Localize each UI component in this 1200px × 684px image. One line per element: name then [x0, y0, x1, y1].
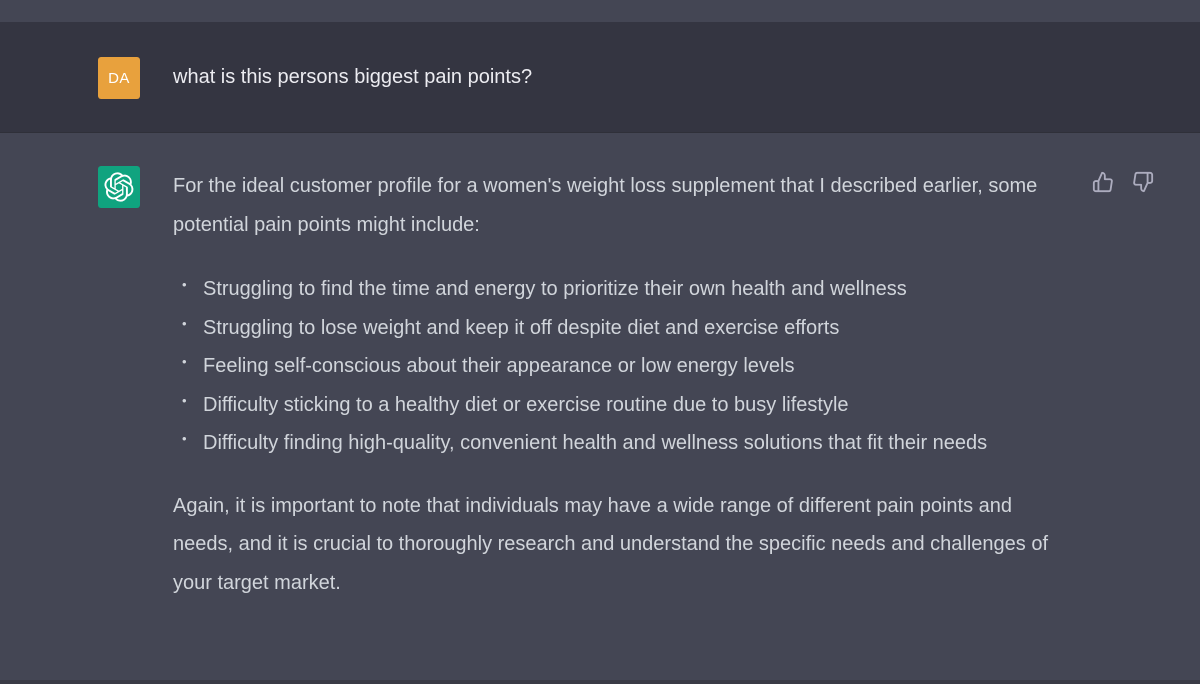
list-item: • Feeling self-conscious about their appe… — [173, 347, 1053, 386]
user-avatar: DA — [98, 57, 140, 99]
list-item-text: Difficulty sticking to a healthy diet or… — [203, 393, 849, 416]
thumbs-down-icon — [1133, 171, 1154, 193]
user-message-row: DA what is this persons biggest pain poi… — [0, 22, 1200, 133]
assistant-closing-paragraph: Again, it is important to note that indi… — [173, 494, 1048, 594]
feedback-buttons — [1092, 171, 1154, 193]
pain-points-list: • Struggling to find the time and energy … — [173, 270, 1053, 463]
assistant-message-row: For the ideal customer profile for a wom… — [0, 133, 1200, 680]
list-item-text: Struggling to lose weight and keep it of… — [203, 316, 840, 339]
list-item: • Struggling to find the time and energy … — [173, 270, 1053, 309]
list-item-text: Difficulty finding high-quality, conveni… — [203, 432, 988, 454]
bottom-strip — [0, 680, 1200, 684]
top-strip — [0, 0, 1200, 22]
bullet-icon: • — [182, 277, 187, 292]
list-item: • Struggling to lose weight and keep it o… — [173, 309, 1053, 348]
list-item: • Difficulty sticking to a healthy diet o… — [173, 386, 1053, 425]
thumbs-up-button[interactable] — [1092, 171, 1114, 193]
assistant-avatar — [98, 166, 140, 208]
assistant-message-body: For the ideal customer profile for a wom… — [173, 167, 1053, 602]
bullet-icon: • — [182, 392, 187, 408]
bullet-icon: • — [182, 315, 187, 331]
list-item-text: Struggling to find the time and energy t… — [203, 278, 907, 300]
bullet-icon: • — [182, 354, 187, 369]
list-item-text: Feeling self-conscious about their appea… — [203, 355, 795, 377]
openai-logo-icon — [104, 172, 134, 202]
user-message-text: what is this persons biggest pain points… — [173, 66, 533, 88]
user-avatar-initials: DA — [108, 69, 130, 87]
thumbs-up-icon — [1092, 171, 1113, 193]
list-item: • Difficulty finding high-quality, conven… — [173, 424, 1053, 463]
thumbs-down-button[interactable] — [1132, 171, 1154, 193]
assistant-intro-paragraph: For the ideal customer profile for a wom… — [173, 175, 1038, 236]
bullet-icon: • — [182, 431, 187, 446]
